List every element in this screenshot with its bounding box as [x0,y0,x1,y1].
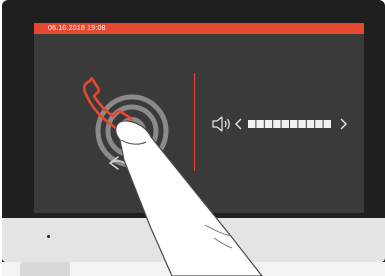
status-bar: 06.10.2018 19:08 [34,23,364,34]
volume-segment [323,120,331,128]
volume-control[interactable] [212,113,352,135]
speaker-icon [212,116,230,132]
volume-segment [273,120,281,128]
volume-segment [256,120,264,128]
status-led [47,235,50,238]
chevron-left-icon[interactable] [235,118,242,130]
volume-segment [298,120,306,128]
touch-screen[interactable]: 06.10.2018 19:08 [34,23,364,213]
touch-ripple [95,94,169,168]
device-stand [20,262,70,276]
volume-segment [264,120,273,128]
volume-segment [290,120,298,128]
volume-segment [281,120,289,128]
device-bottom-strip [2,218,385,262]
volume-segment [248,120,256,128]
call-control[interactable] [74,73,184,173]
panel-divider [194,73,195,171]
datetime-label: 06.10.2018 19:08 [48,25,106,32]
chevron-right-icon[interactable] [340,118,347,130]
intercom-device: 06.10.2018 19:08 [0,0,385,276]
volume-segment [315,120,323,128]
volume-segment [306,120,315,128]
volume-level-bar[interactable] [248,120,331,128]
